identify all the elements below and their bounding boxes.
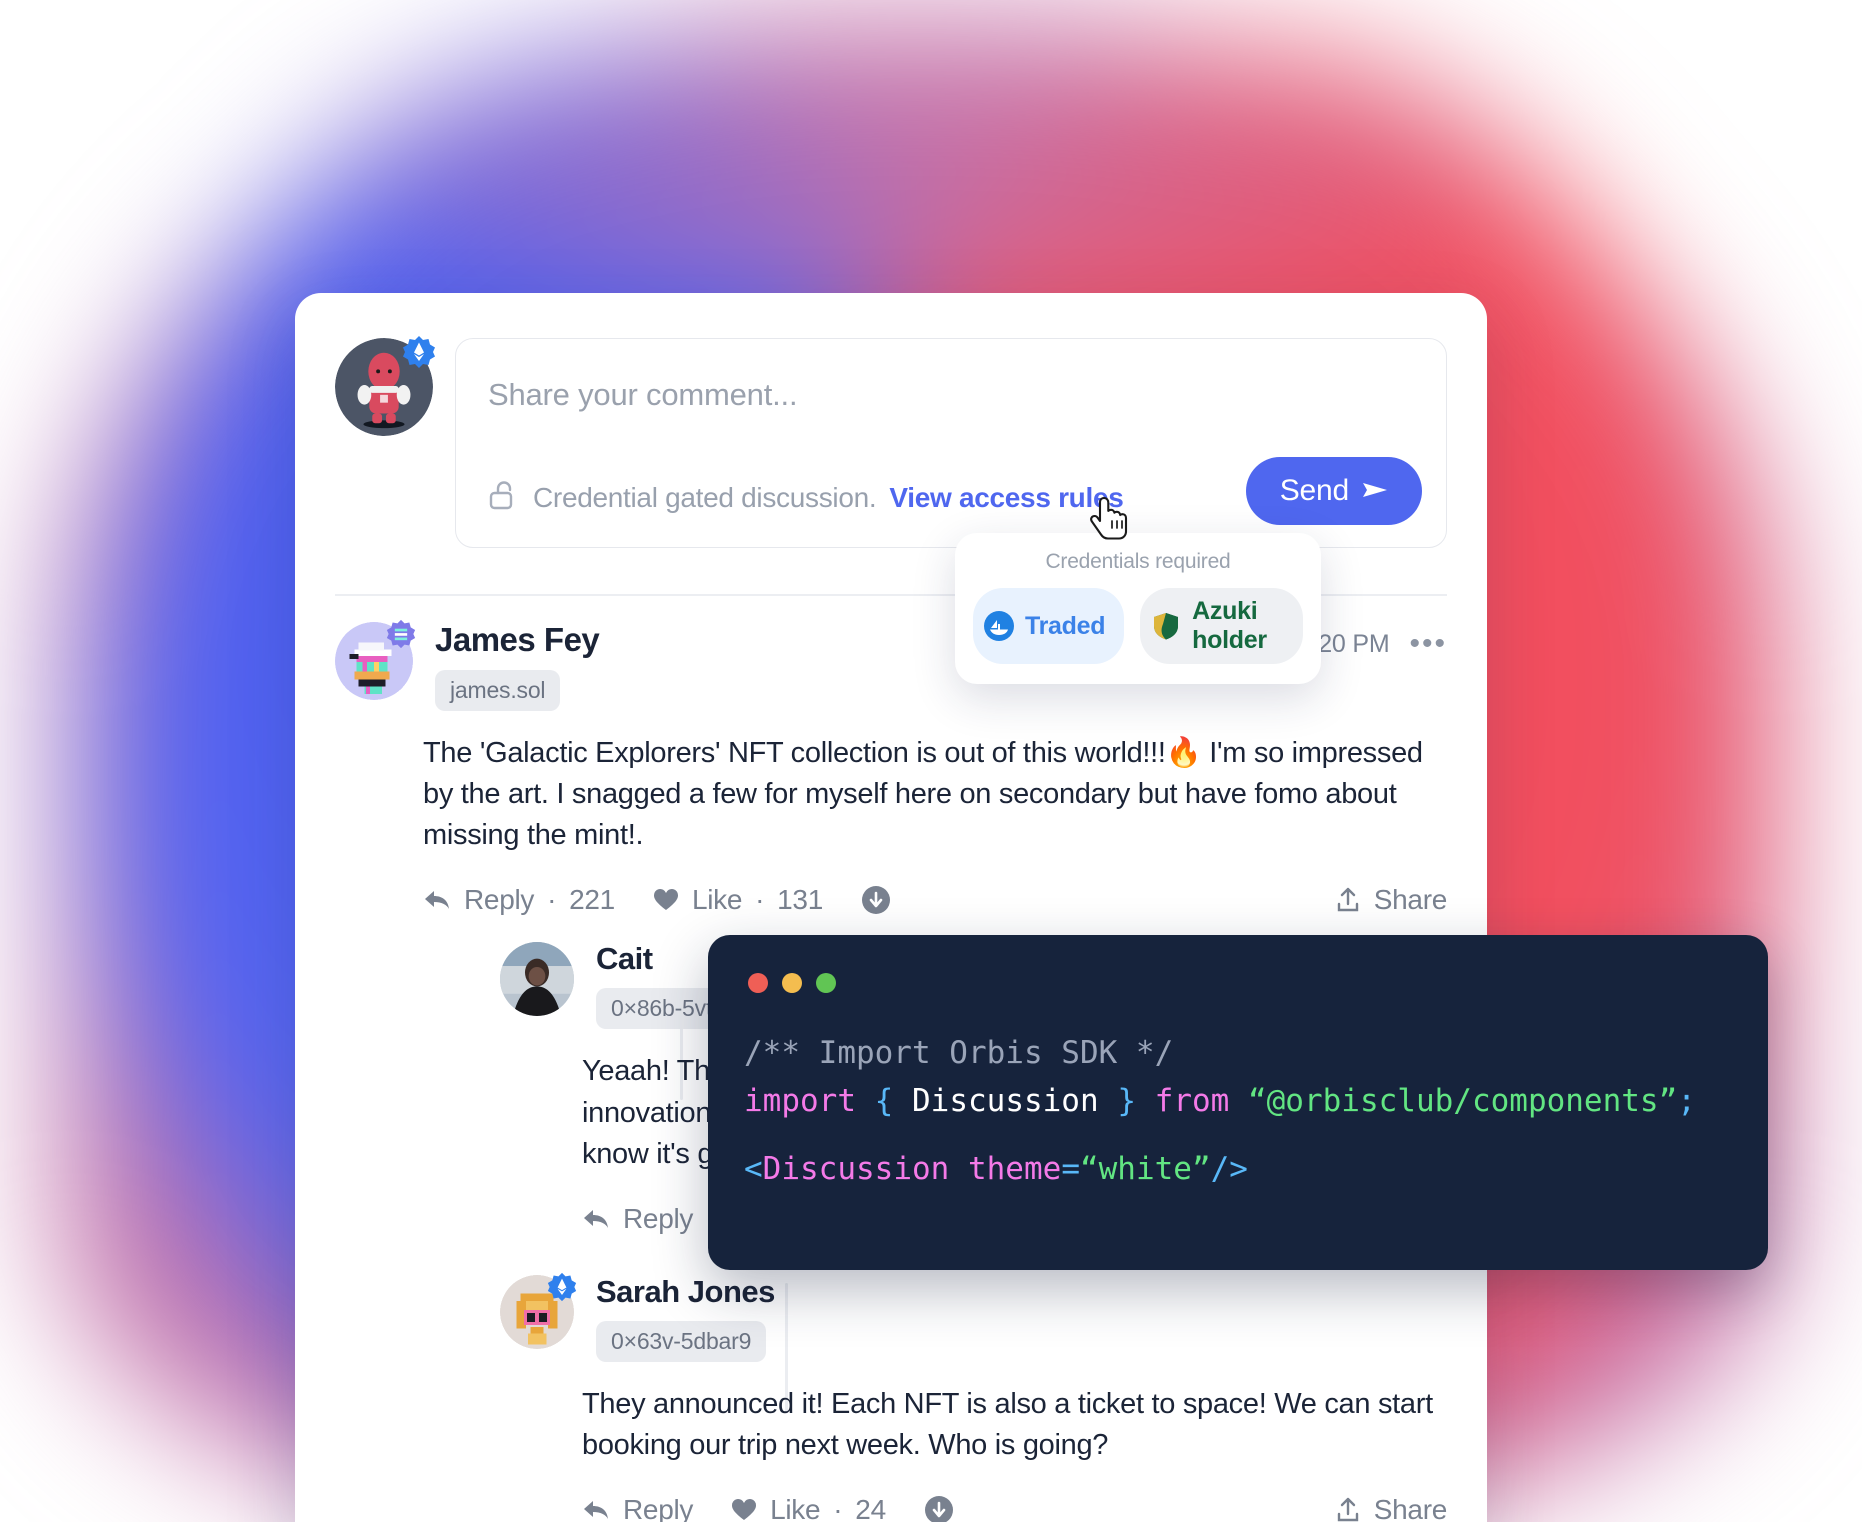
post-author-name: Sarah Jones — [596, 1273, 775, 1309]
share-label: Share — [1373, 884, 1448, 916]
credentials-tooltip-title: Credentials required — [1045, 550, 1231, 573]
comment-input-box[interactable]: Share your comment... Credential gated d… — [455, 338, 1447, 548]
window-traffic-lights — [708, 935, 1768, 993]
like-separator: · — [833, 1494, 843, 1522]
like-button[interactable]: Like · 131 — [653, 884, 823, 916]
like-count: 131 — [777, 884, 823, 916]
like-separator: · — [755, 884, 765, 916]
code-token-brace-open: { — [874, 1083, 894, 1120]
credential-chip-label: Traded — [1025, 611, 1106, 640]
code-line-comment: /** Import Orbis SDK */ — [744, 1029, 1768, 1077]
reply-separator: · — [547, 884, 557, 916]
code-line-component: <Discussion theme=“white”/> — [744, 1145, 1768, 1193]
code-token-attr: theme — [967, 1151, 1062, 1188]
code-token-equals: = — [1061, 1151, 1080, 1188]
avatar[interactable] — [500, 1272, 577, 1349]
like-button[interactable]: Like · 24 — [731, 1494, 886, 1522]
code-token-semicolon: ; — [1677, 1083, 1696, 1120]
comment-composer: Share your comment... Credential gated d… — [295, 293, 1487, 548]
reply-label: Reply — [464, 884, 535, 916]
post-more-options-button[interactable]: ••• — [1409, 629, 1447, 659]
post-author-handle[interactable]: 0×63v-5dbar9 — [596, 1321, 767, 1363]
window-dot-yellow-icon[interactable] — [782, 973, 802, 993]
credential-chip-azuki[interactable]: Azuki holder — [1140, 588, 1303, 664]
code-token-module: “@orbisclub/components” — [1247, 1083, 1678, 1120]
avatar-image — [500, 942, 574, 1017]
code-token-self-close: /> — [1210, 1151, 1248, 1188]
credential-gate-text: Credential gated discussion. — [533, 481, 877, 513]
code-token-import: import — [744, 1083, 856, 1120]
post-body: The 'Galactic Explorers' NFT collection … — [423, 736, 1423, 852]
downvote-icon — [861, 885, 891, 915]
share-button[interactable]: Share — [1335, 1494, 1447, 1522]
avatar[interactable] — [335, 335, 436, 436]
code-token-angle-open: < — [744, 1151, 763, 1188]
downvote-button[interactable] — [924, 1495, 954, 1522]
post-actions: Reply · 221 Like · 131 Share — [423, 884, 1447, 916]
code-snippet-panel: /** Import Orbis SDK */ import { Discussi… — [708, 935, 1768, 1270]
avatar[interactable] — [500, 942, 574, 1017]
heart-icon — [653, 888, 679, 912]
reply-button[interactable]: Reply — [582, 1494, 693, 1522]
discussion-card: Share your comment... Credential gated d… — [295, 293, 1487, 1522]
post-author-handle[interactable]: james.sol — [435, 669, 561, 711]
paper-plane-icon — [1362, 474, 1388, 508]
open-lock-icon — [486, 478, 520, 517]
code-token-brace-close: } — [1117, 1083, 1136, 1120]
opensea-icon — [984, 611, 1014, 641]
share-button[interactable]: Share — [1335, 884, 1447, 916]
reply-arrow-icon — [582, 1498, 610, 1522]
code-line-import: import { Discussion } from “@orbisclub/c… — [744, 1077, 1768, 1125]
ethereum-verified-badge-icon — [547, 1272, 577, 1302]
credentials-chip-list: Traded Azuki holder — [973, 588, 1303, 664]
send-button-label: Send — [1279, 474, 1349, 507]
credentials-tooltip: Credentials required Traded Azuki holder — [955, 533, 1321, 684]
share-icon — [1335, 1496, 1361, 1522]
gradient-blob-top — [310, 30, 1510, 290]
reply-label: Reply — [623, 1202, 694, 1234]
post-actions: Reply Like · 24 Share — [582, 1494, 1447, 1522]
code-token-comment: /** Import Orbis SDK */ — [744, 1035, 1174, 1071]
reply-arrow-icon — [423, 888, 451, 912]
reply-label: Reply — [623, 1494, 694, 1522]
code-body: /** Import Orbis SDK */ import { Discussi… — [708, 993, 1768, 1193]
send-button[interactable]: Send — [1245, 457, 1422, 525]
downvote-button[interactable] — [861, 885, 891, 915]
window-dot-red-icon[interactable] — [748, 973, 768, 993]
reply-button[interactable]: Reply · 221 — [423, 884, 615, 916]
downvote-icon — [924, 1495, 954, 1522]
share-icon — [1335, 886, 1361, 914]
like-count: 24 — [855, 1494, 886, 1522]
comment-placeholder: Share your comment... — [488, 377, 798, 412]
credential-chip-traded[interactable]: Traded — [973, 588, 1125, 664]
window-dot-green-icon[interactable] — [816, 973, 836, 993]
like-label: Like — [691, 884, 743, 916]
post-sarah: Sarah Jones 0×63v-5dbar9 They announced … — [460, 1249, 1487, 1522]
credential-gate-row: Credential gated discussion. View access… — [486, 478, 1124, 517]
code-token-attr-value: “white” — [1079, 1151, 1211, 1188]
avatar[interactable] — [335, 619, 416, 700]
code-token-identifier: Discussion — [912, 1083, 1099, 1120]
code-token-tag: Discussion — [762, 1151, 950, 1188]
reply-arrow-icon — [582, 1207, 610, 1231]
reply-count: 221 — [569, 884, 615, 916]
credential-chip-label: Azuki holder — [1192, 597, 1267, 654]
share-label: Share — [1373, 1494, 1448, 1522]
like-label: Like — [770, 1494, 821, 1522]
post-body: They announced it! Each NFT is also a ti… — [582, 1388, 1433, 1462]
heart-icon — [731, 1498, 757, 1522]
code-token-from: from — [1154, 1083, 1230, 1120]
post-identity: Sarah Jones 0×63v-5dbar9 — [596, 1273, 1425, 1363]
nft-verified-badge-icon — [386, 619, 416, 649]
shield-icon — [1151, 611, 1181, 641]
ethereum-verified-badge-icon — [402, 335, 436, 369]
view-access-rules-link[interactable]: View access rules — [889, 482, 1123, 514]
